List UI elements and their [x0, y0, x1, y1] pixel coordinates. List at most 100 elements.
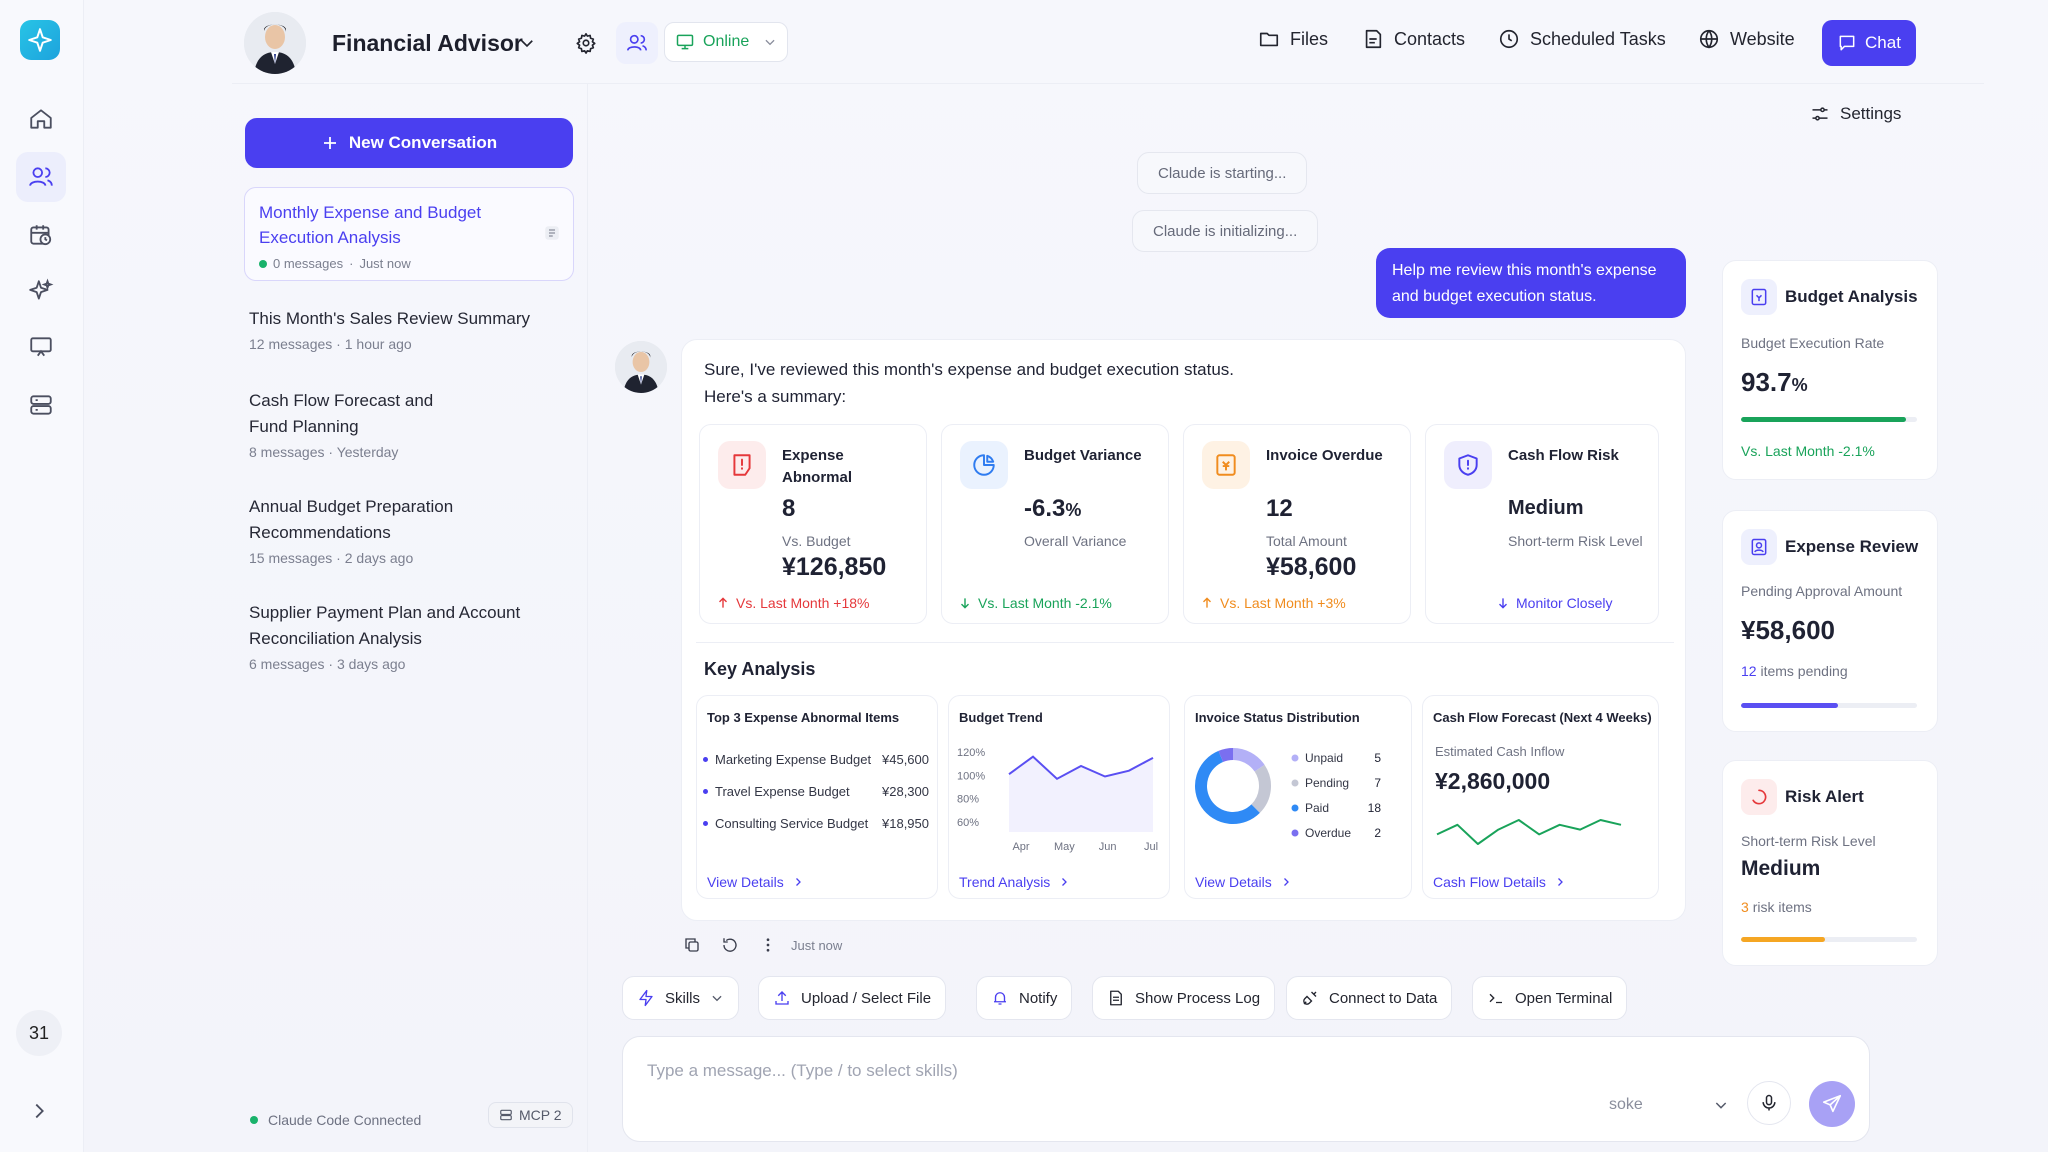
stat-card-budget-variance[interactable]: Budget Variance -6.3% Overall Variance V… — [941, 424, 1169, 624]
legend-label: Overdue — [1305, 826, 1351, 840]
conversation-item[interactable]: Supplier Payment Plan and Account Reconc… — [249, 600, 529, 672]
cash-flow-card: Cash Flow Forecast (Next 4 Weeks) Estima… — [1422, 695, 1659, 899]
conversation-item-active[interactable]: Monthly Expense and Budget Execution Ana… — [244, 187, 574, 281]
skills-button[interactable]: Skills — [622, 976, 740, 1020]
model-select-value: soke — [1609, 1096, 1643, 1113]
show-process-log-button[interactable]: Show Process Log — [1092, 976, 1276, 1020]
regenerate-icon[interactable] — [721, 936, 739, 954]
conversation-title: Supplier Payment Plan and Account Reconc… — [249, 603, 521, 648]
nav-website[interactable]: Website — [1698, 28, 1795, 50]
key-analysis-section: Key Analysis Top 3 Expense Abnormal Item… — [696, 642, 1674, 910]
risk-level-value: Medium — [1741, 857, 1821, 880]
status-dropdown[interactable]: Online — [664, 22, 788, 62]
invoice-status-card: Invoice Status Distribution Unpaid 5 Pendi… — [1184, 695, 1412, 899]
agent-avatar[interactable] — [244, 12, 306, 74]
nav-files[interactable]: Files — [1258, 28, 1328, 50]
message-input[interactable] — [647, 1055, 1547, 1087]
notify-button[interactable]: Notify — [976, 976, 1073, 1020]
chat-settings-button[interactable]: Settings — [1810, 104, 1901, 124]
team-icon[interactable] — [616, 22, 658, 64]
connect-data-button[interactable]: Connect to Data — [1286, 976, 1453, 1020]
nav-scheduled-tasks-label: Scheduled Tasks — [1530, 28, 1666, 49]
view-details-link[interactable]: View Details — [707, 874, 804, 890]
bullet-dot-icon — [703, 789, 708, 794]
open-terminal-button[interactable]: Open Terminal — [1472, 976, 1628, 1020]
app-logo-icon[interactable] — [20, 20, 60, 60]
model-select[interactable]: soke — [1609, 1089, 1729, 1121]
send-button[interactable] — [1809, 1081, 1855, 1127]
gear-icon[interactable] — [565, 22, 607, 64]
settings-label: Settings — [1840, 104, 1902, 123]
conversation-time: Just now — [359, 256, 411, 271]
notify-label: Notify — [1019, 989, 1058, 1007]
expand-sidebar-chevron-icon[interactable] — [28, 1100, 50, 1122]
budget-execution-label: Budget Execution Rate — [1741, 335, 1885, 351]
conversation-item[interactable]: This Month's Sales Review Summary 12 mes… — [249, 306, 569, 352]
cash-flow-value: ¥2,860,000 — [1435, 768, 1551, 794]
conversation-item[interactable]: Cash Flow Forecast and Fund Planning 8 m… — [249, 388, 469, 460]
agents-icon[interactable] — [16, 152, 66, 202]
server-icon[interactable] — [16, 380, 66, 430]
agent-name[interactable]: Financial Advisor — [332, 30, 523, 57]
legend-value: 2 — [1374, 826, 1381, 840]
chevron-right-icon — [1280, 876, 1292, 888]
stat-card-cash-flow-risk[interactable]: Cash Flow Risk Medium Short-term Risk Le… — [1425, 424, 1659, 624]
stat-sub: Vs. Budget — [782, 533, 851, 549]
pin-icon[interactable] — [543, 224, 561, 242]
risk-alert-card[interactable]: Risk Alert Short-term Risk Level Medium … — [1722, 760, 1938, 966]
list-item: Travel Expense Budget ¥28,300 — [703, 784, 929, 799]
budget-icon — [1741, 279, 1777, 315]
arrow-up-icon — [716, 596, 730, 610]
nav-contacts[interactable]: Contacts — [1362, 28, 1465, 50]
calendar-clock-icon[interactable] — [16, 210, 66, 260]
show-process-log-label: Show Process Log — [1135, 989, 1261, 1007]
stat-card-invoice-overdue[interactable]: Invoice Overdue 12 Total Amount ¥58,600 … — [1183, 424, 1411, 624]
trend-analysis-link[interactable]: Trend Analysis — [959, 874, 1070, 890]
expense-review-card[interactable]: Expense Review Pending Approval Amount ¥… — [1722, 510, 1938, 732]
upload-file-button[interactable]: Upload / Select File — [758, 976, 947, 1020]
budget-execution-value: 93.7% — [1741, 367, 1808, 398]
view-details-label: View Details — [707, 874, 784, 890]
conversation-item[interactable]: Annual Budget Preparation Recommendation… — [249, 494, 489, 566]
calendar-date-badge[interactable]: 31 — [16, 1010, 62, 1056]
message-count: 15 messages — [249, 550, 333, 566]
contacts-icon — [1362, 28, 1384, 50]
budget-trend-title: Budget Trend — [959, 710, 1043, 725]
meta-separator: · — [328, 656, 334, 672]
mcp-badge[interactable]: MCP 2 — [488, 1102, 573, 1128]
stat-trend-label: Vs. Last Month -2.1% — [978, 595, 1112, 611]
user-message-bubble: Help me review this month's expense and … — [1376, 248, 1686, 318]
copy-icon[interactable] — [683, 936, 701, 954]
budget-progress-fill — [1741, 417, 1906, 422]
budget-analysis-card[interactable]: Budget Analysis Budget Execution Rate 93… — [1722, 260, 1938, 480]
nav-scheduled-tasks[interactable]: Scheduled Tasks — [1498, 28, 1666, 50]
sparkle-icon[interactable] — [16, 266, 66, 316]
stat-sub: Short-term Risk Level — [1508, 533, 1643, 549]
legend-value: 7 — [1374, 776, 1381, 790]
cash-flow-details-link[interactable]: Cash Flow Details — [1433, 874, 1566, 890]
microphone-button[interactable] — [1747, 1081, 1791, 1125]
more-vertical-icon[interactable] — [759, 936, 777, 954]
new-conversation-button[interactable]: New Conversation — [245, 118, 573, 168]
message-composer: soke — [622, 1036, 1870, 1142]
presentation-icon[interactable] — [16, 322, 66, 372]
x-tick-label: Apr — [1012, 841, 1029, 853]
home-icon[interactable] — [16, 94, 66, 144]
view-details-link[interactable]: View Details — [1195, 874, 1292, 890]
system-message: Claude is initializing... — [1132, 210, 1319, 252]
plug-icon — [1301, 989, 1319, 1007]
chat-button[interactable]: Chat — [1822, 20, 1916, 66]
risk-progress-bar — [1741, 937, 1917, 942]
upload-file-label: Upload / Select File — [801, 989, 932, 1007]
agent-dropdown-chevron-icon[interactable] — [518, 34, 536, 52]
nav-contacts-label: Contacts — [1394, 28, 1466, 49]
legend-label: Unpaid — [1305, 751, 1343, 765]
microphone-icon — [1759, 1093, 1779, 1113]
conversation-sidebar: New Conversation Monthly Expense and Bud… — [232, 84, 588, 1152]
chevron-right-icon — [792, 876, 804, 888]
donut-slice — [1218, 748, 1234, 763]
stat-value: -6.3% — [1024, 495, 1081, 523]
arrow-down-icon — [958, 596, 972, 610]
stat-card-expense-abnormal[interactable]: Expense Abnormal 8 Vs. Budget ¥126,850 V… — [699, 424, 927, 624]
meta-separator: · — [336, 336, 341, 352]
